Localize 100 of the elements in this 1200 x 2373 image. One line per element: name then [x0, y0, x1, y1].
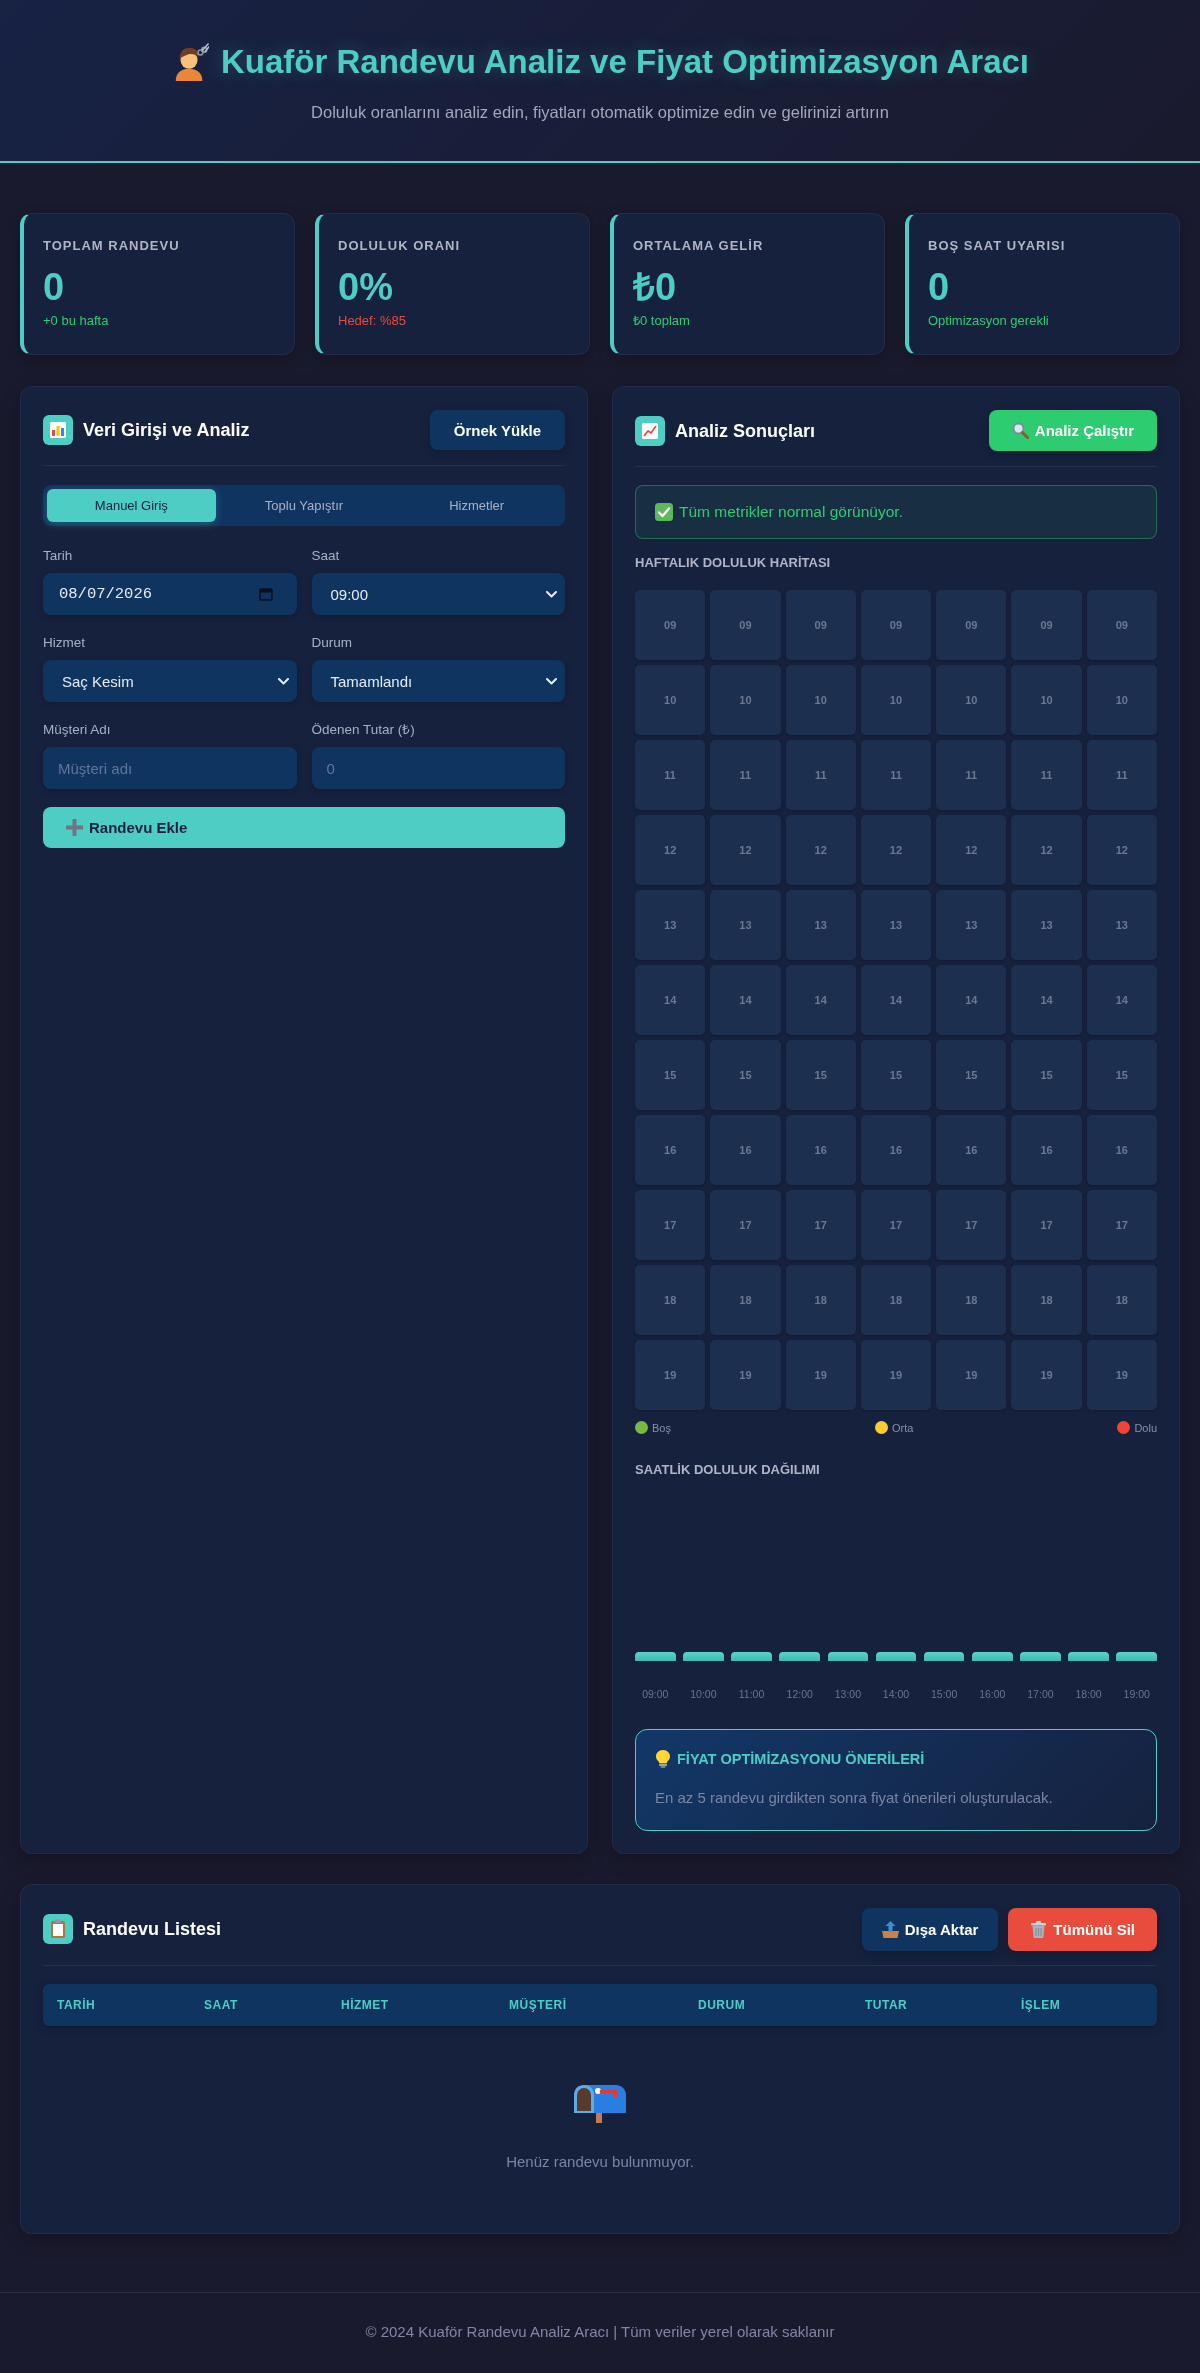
field-label: Müşteri Adı [43, 721, 112, 738]
heatmap-cell: 15 [936, 1039, 1007, 1110]
heatmap-cell: 17 [710, 1189, 781, 1260]
heatmap-cell: 18 [1086, 1264, 1157, 1335]
date-field[interactable]: 08/07/2026 [43, 573, 297, 615]
select-field[interactable]: Tamamlandı [311, 660, 565, 702]
chevron-down-icon [277, 677, 289, 685]
heatmap-cell: 13 [785, 889, 856, 960]
select-field[interactable]: 09:00 [311, 573, 565, 615]
heatmap-cell: 15 [1086, 1039, 1157, 1110]
panel-title: Randevu Listesi [83, 1918, 222, 1940]
check-icon [655, 503, 673, 521]
column-header: HİZMET [340, 1997, 390, 2012]
heatmap-cell: 11 [1086, 739, 1157, 810]
stat-value: 0 [928, 265, 951, 310]
empty-message: Henüz randevu bulunmuyor. [506, 2152, 694, 2171]
heatmap-cell: 13 [936, 889, 1007, 960]
export-button[interactable]: Dışa Aktar [861, 1907, 999, 1951]
heatmap-cell: 11 [785, 739, 856, 810]
heatmap-cell: 09 [936, 589, 1007, 660]
stat-label: BOŞ SAAT UYARISI [928, 237, 1067, 254]
stat-note: Optimizasyon gerekli [928, 313, 1050, 329]
heatmap-cell: 12 [1086, 814, 1157, 885]
hour-label: 18:00 [1074, 1688, 1103, 1701]
tab[interactable]: Manuel Giriş [47, 489, 216, 522]
heatmap-cell: 13 [1086, 889, 1157, 960]
hour-label: 14:00 [881, 1688, 911, 1701]
calendar-icon [258, 587, 273, 601]
heatmap-cell: 14 [860, 964, 932, 1035]
heatmap-cell: 16 [1011, 1114, 1082, 1185]
heatmap-cell: 15 [860, 1039, 932, 1110]
heatmap-cell: 17 [860, 1189, 932, 1260]
heatmap-cell: 18 [860, 1264, 932, 1335]
heatmap-cell: 09 [785, 589, 856, 660]
page-title: Kuaför Randevu Analiz ve Fiyat Optimizasyon Aracı [220, 43, 1030, 81]
heatmap-cell: 15 [635, 1039, 706, 1110]
tab[interactable]: Toplu Yapıştır [219, 489, 389, 522]
occupancy-bar [1020, 1651, 1061, 1661]
heatmap-cell: 11 [936, 739, 1007, 810]
heatmap-cell: 14 [710, 964, 781, 1035]
alert-text: Tüm metrikler normal görünüyor. [679, 503, 903, 521]
line-chart-icon [635, 415, 665, 446]
footer-text: © 2024 Kuaför Randevu Analiz Aracı | Tüm veriler yerel olarak saklanır [364, 2322, 836, 2341]
heatmap-cell: 19 [1086, 1339, 1157, 1410]
heatmap-cell: 19 [710, 1339, 781, 1410]
hour-label: 11:00 [737, 1688, 766, 1701]
stat-note: Hedef: %85 [338, 313, 407, 329]
heatmap-cell: 19 [635, 1339, 706, 1410]
plus-icon [66, 819, 83, 836]
column-header: TARİH [56, 1997, 97, 2012]
field-label: Durum [311, 634, 353, 651]
heatmap-cell: 09 [1011, 589, 1082, 660]
chevron-down-icon [546, 677, 557, 685]
stat-label: ORTALAMA GELİR [633, 237, 765, 254]
bar-chart-icon [43, 415, 73, 445]
heatmap-cell: 12 [635, 814, 706, 885]
heatmap-cell: 13 [710, 889, 781, 960]
heatmap-cell: 10 [785, 664, 856, 735]
search-icon [1011, 422, 1029, 439]
heatmap-cell: 14 [936, 964, 1007, 1035]
hour-label: 10:00 [689, 1688, 718, 1701]
delete-all-button[interactable]: Tümünü Sil [1008, 1907, 1157, 1951]
heatmap-cell: 09 [860, 589, 932, 660]
heatmap-cell: 10 [635, 664, 706, 735]
trash-icon [1030, 1920, 1048, 1938]
tab[interactable]: Hizmetler [392, 489, 561, 522]
heatmap-cell: 10 [1086, 664, 1157, 735]
occupancy-bar [635, 1651, 676, 1661]
heatmap-cell: 12 [785, 814, 856, 885]
legend-label: Dolu [1134, 1421, 1157, 1434]
occupancy-bar [875, 1651, 917, 1661]
occupancy-bar [683, 1651, 724, 1661]
heatmap-cell: 19 [785, 1339, 856, 1410]
heatmap-cell: 16 [635, 1114, 706, 1185]
sample-button[interactable]: Örnek Yükle [429, 410, 565, 450]
number-field[interactable]: 0 [311, 747, 565, 789]
heatmap-cell: 11 [710, 739, 781, 810]
column-header: MÜŞTERİ [508, 1997, 568, 2012]
heatmap-cell: 17 [785, 1189, 856, 1260]
heatmap-cell: 14 [785, 964, 856, 1035]
heatmap-cell: 16 [1086, 1114, 1157, 1185]
heatmap-cell: 18 [785, 1264, 856, 1335]
heatmap-cell: 17 [635, 1189, 706, 1260]
heatmap-cell: 16 [860, 1114, 932, 1185]
add-appointment-button[interactable]: Randevu Ekle [43, 807, 565, 848]
heatmap-cell: 11 [1011, 739, 1082, 810]
occupancy-bar [1068, 1651, 1109, 1661]
stat-value: 0 [43, 265, 66, 310]
heatmap-cell: 09 [710, 589, 781, 660]
text-field[interactable]: Müşteri adı [43, 747, 297, 789]
hour-label: 13:00 [833, 1688, 862, 1701]
hour-label: 15:00 [930, 1688, 959, 1701]
select-field[interactable]: Saç Kesim [43, 660, 297, 702]
clipboard-icon [43, 1914, 73, 1944]
heatmap-cell: 18 [710, 1264, 781, 1335]
heatmap-cell: 11 [635, 739, 706, 810]
legend-label: Orta [891, 1421, 914, 1434]
field-label: Ödenen Tutar (₺) [311, 721, 416, 738]
hour-label: 17:00 [1026, 1688, 1055, 1701]
heatmap-cell: 18 [1011, 1264, 1082, 1335]
